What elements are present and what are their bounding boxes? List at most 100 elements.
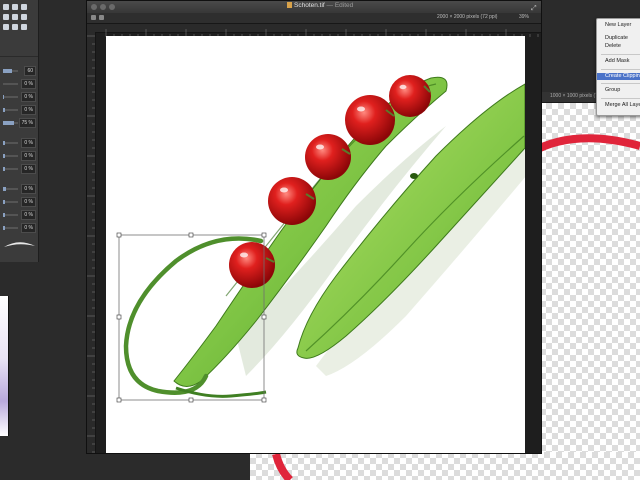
slider-row[interactable]: 0 % — [0, 151, 38, 162]
slider-track[interactable] — [3, 69, 18, 73]
slider-row[interactable]: 0 % — [0, 184, 38, 195]
move-icon[interactable] — [12, 14, 18, 20]
color-swatch[interactable] — [0, 296, 9, 436]
menu-separator — [601, 69, 640, 70]
menu-item-duplicate[interactable]: Duplicate — [597, 35, 640, 42]
panel-toolbar — [0, 0, 38, 44]
menu-item-create-clipping-mask[interactable]: Create Clipping Mask — [597, 73, 640, 80]
transform-handle[interactable] — [261, 314, 267, 320]
hand-icon[interactable] — [12, 24, 18, 30]
slider-row[interactable]: 60 — [0, 66, 38, 77]
transform-handle[interactable] — [261, 397, 267, 403]
expand-icon[interactable]: ⤢ — [531, 5, 537, 13]
slider-track[interactable] — [3, 108, 18, 112]
zoom-icon[interactable] — [3, 24, 9, 30]
slider-track[interactable] — [3, 226, 18, 230]
history-icon[interactable] — [99, 15, 104, 20]
transparency-checkerboard-bottom — [250, 452, 640, 480]
transform-handle[interactable] — [261, 232, 267, 238]
brush-icon[interactable] — [12, 4, 18, 10]
slider-value[interactable]: 0 % — [21, 197, 36, 207]
slider-row[interactable]: 75 % — [0, 118, 38, 129]
slider-row[interactable]: 0 % — [0, 197, 38, 208]
eraser-icon[interactable] — [21, 4, 27, 10]
slider-fill — [3, 200, 5, 204]
slider-fill — [3, 187, 6, 191]
slider-fill — [3, 69, 12, 73]
slider-value[interactable]: 0 % — [21, 164, 36, 174]
adjustments-panel: 60 0 % 0 % 0 % 75 % 0 % 0 % 0 % 0 % 0 % 0 % 0 % — [0, 0, 39, 262]
menu-item-group[interactable]: Group — [597, 87, 640, 94]
transform-handle[interactable] — [116, 397, 122, 403]
tomato-4 — [345, 95, 395, 145]
eyedropper-icon[interactable] — [3, 4, 9, 10]
slider-track[interactable] — [3, 121, 18, 125]
artwork — [116, 75, 525, 403]
transform-handle[interactable] — [188, 232, 194, 238]
minimize-icon[interactable] — [100, 4, 106, 10]
slider-track[interactable] — [3, 200, 18, 204]
tomato-2 — [268, 177, 316, 225]
slider-value[interactable]: 60 — [24, 66, 36, 76]
slider-row[interactable]: 0 % — [0, 210, 38, 221]
slider-value[interactable]: 75 % — [18, 118, 36, 128]
slider-row[interactable]: 0 % — [0, 164, 38, 175]
slider-row[interactable]: 0 % — [0, 223, 38, 234]
slider-fill — [3, 154, 5, 158]
fill-icon[interactable] — [21, 24, 27, 30]
text-icon[interactable] — [21, 14, 27, 20]
document-filename: Schoten.tif — [294, 2, 325, 9]
menu-item-new-layer[interactable]: New Layer — [597, 22, 640, 29]
menu-separator — [601, 98, 640, 99]
menu-separator — [601, 54, 640, 55]
slider-row[interactable]: 0 % — [0, 79, 38, 90]
zoom-level[interactable]: 39% — [519, 14, 529, 20]
brush-preview — [4, 242, 35, 247]
vertical-ruler — [87, 32, 96, 453]
document-info: 2000 × 2000 pixels (72 ppi) — [437, 14, 498, 20]
slider-value[interactable]: 0 % — [21, 184, 36, 194]
slider-track[interactable] — [3, 213, 18, 217]
transform-handle[interactable] — [188, 397, 194, 403]
closed-pea-pod — [296, 83, 525, 359]
menu-item-merge-all-layers[interactable]: Merge All Layers — [597, 102, 640, 109]
close-icon[interactable] — [91, 4, 97, 10]
workspace-background — [0, 452, 250, 480]
menu-item-delete[interactable]: Delete — [597, 43, 640, 50]
crop-icon[interactable] — [3, 14, 9, 20]
slider-track[interactable] — [3, 141, 18, 145]
slider-row[interactable]: 0 % — [0, 92, 38, 103]
document-title: Schoten.tif — Edited — [287, 2, 353, 9]
slider-track[interactable] — [3, 83, 18, 85]
transform-handle[interactable] — [116, 314, 122, 320]
slider-value[interactable]: 0 % — [21, 210, 36, 220]
horizontal-ruler — [87, 24, 541, 37]
slider-row[interactable]: 0 % — [0, 138, 38, 149]
menu-separator — [601, 83, 640, 84]
slider-value[interactable]: 0 % — [21, 105, 36, 115]
zoom-window-icon[interactable] — [109, 4, 115, 10]
title-bar: Schoten.tif — Edited ⤢ — [87, 1, 541, 13]
menu-item-add-mask[interactable]: Add Mask — [597, 58, 640, 65]
canvas[interactable] — [106, 36, 525, 453]
slider-track[interactable] — [3, 167, 18, 171]
slider-fill — [3, 121, 15, 125]
slider-track[interactable] — [3, 187, 18, 191]
layers-icon[interactable] — [91, 15, 96, 20]
slider-fill — [3, 226, 5, 230]
slider-fill — [3, 95, 4, 99]
tomato-1 — [229, 242, 275, 288]
document-toolbar: 2000 × 2000 pixels (72 ppi) 39% — [87, 13, 541, 24]
slider-value[interactable]: 0 % — [21, 223, 36, 233]
slider-value[interactable]: 0 % — [21, 79, 36, 89]
slider-value[interactable]: 0 % — [21, 92, 36, 102]
slider-value[interactable]: 0 % — [21, 138, 36, 148]
pod-spot — [410, 173, 418, 179]
file-icon — [287, 2, 292, 9]
transform-handle[interactable] — [116, 232, 122, 238]
slider-track[interactable] — [3, 95, 18, 99]
slider-value[interactable]: 0 % — [21, 151, 36, 161]
edited-indicator: — Edited — [326, 2, 354, 9]
slider-row[interactable]: 0 % — [0, 105, 38, 116]
slider-track[interactable] — [3, 154, 18, 158]
